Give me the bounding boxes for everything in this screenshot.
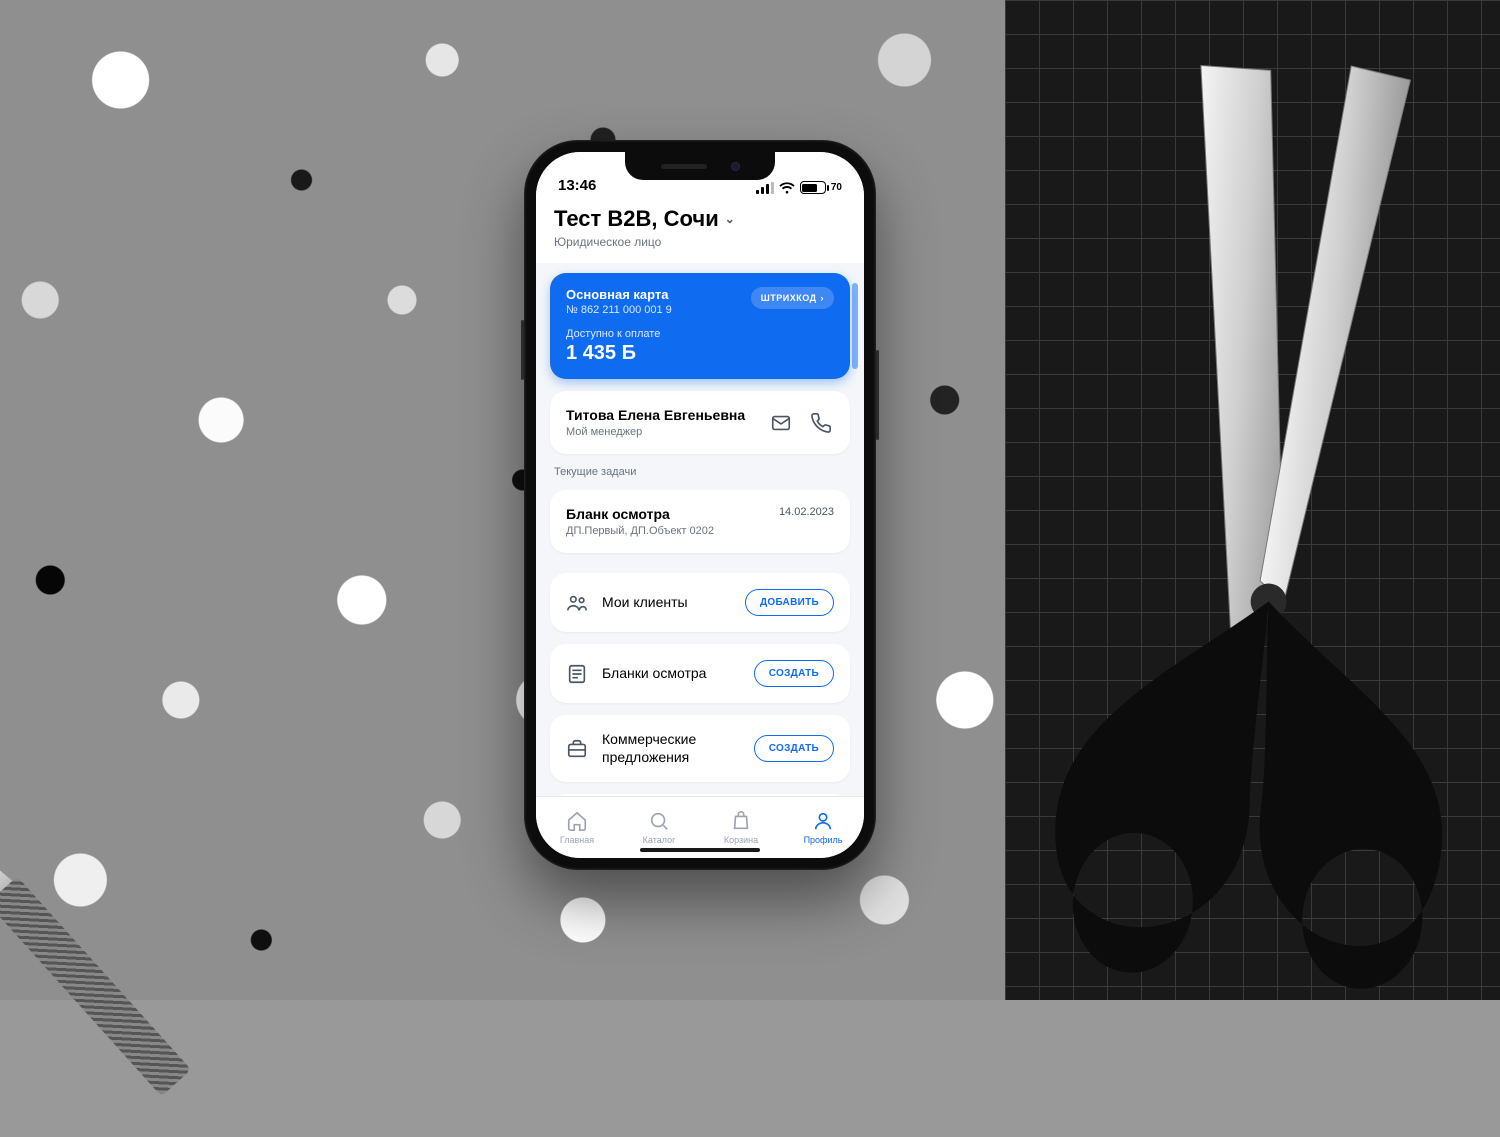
manager-name: Титова Елена Евгеньевна [566, 407, 745, 423]
phone-icon [810, 412, 832, 434]
content-scroll[interactable]: Основная карта № 862 211 000 001 9 ШТРИХ… [536, 263, 864, 796]
task-date: 14.02.2023 [779, 506, 834, 518]
people-icon [566, 592, 588, 614]
card-title: Основная карта [566, 287, 672, 302]
tab-label: Каталог [643, 835, 676, 845]
search-icon [648, 810, 670, 832]
status-time: 13:46 [558, 177, 596, 194]
tab-label: Профиль [804, 835, 843, 845]
row-label: Мои клиенты [602, 594, 731, 612]
loyalty-card[interactable]: Основная карта № 862 211 000 001 9 ШТРИХ… [550, 273, 850, 379]
org-title: Тест В2В, Сочи [554, 206, 719, 232]
briefcase-icon [566, 738, 588, 760]
tasks-section-label: Текущие задачи [550, 466, 850, 478]
available-amount: 1 435 Б [566, 342, 834, 365]
phone-notch [625, 152, 775, 180]
tab-label: Корзина [724, 835, 758, 845]
phone-screen: 13:46 70 Тест В2В, Сочи ⌄ Юридическое ли… [536, 152, 864, 858]
battery-icon [800, 181, 826, 194]
manager-card[interactable]: Титова Елена Евгеньевна Мой менеджер [550, 391, 850, 454]
profile-header: Тест В2В, Сочи ⌄ Юридическое лицо [536, 198, 864, 263]
row-inspection-forms[interactable]: Бланки осмотра СОЗДАТЬ [550, 644, 850, 703]
task-card[interactable]: Бланк осмотра ДП.Первый, ДП.Объект 0202 … [550, 490, 850, 553]
battery-label: 70 [831, 182, 842, 193]
barcode-button[interactable]: ШТРИХКОД › [751, 287, 834, 309]
org-subtitle: Юридическое лицо [554, 235, 846, 249]
row-commercial-offers[interactable]: Коммерческие предложения СОЗДАТЬ [550, 715, 850, 782]
row-my-clients[interactable]: Мои клиенты ДОБАВИТЬ [550, 573, 850, 632]
chevron-down-icon: ⌄ [725, 212, 735, 226]
card-number: № 862 211 000 001 9 [566, 304, 672, 316]
tab-home[interactable]: Главная [536, 797, 618, 858]
signal-icon [756, 182, 774, 194]
background-cutting-mat [1005, 0, 1500, 1000]
create-form-button[interactable]: СОЗДАТЬ [754, 660, 834, 687]
chevron-right-icon: › [821, 293, 825, 303]
barcode-button-label: ШТРИХКОД [761, 293, 817, 303]
mail-icon [770, 412, 792, 434]
row-label: Бланки осмотра [602, 665, 740, 683]
available-label: Доступно к оплате [566, 328, 834, 340]
home-indicator [640, 848, 760, 852]
call-button[interactable] [808, 410, 834, 436]
manager-role: Мой менеджер [566, 426, 745, 438]
wifi-icon [779, 182, 795, 194]
add-client-button[interactable]: ДОБАВИТЬ [745, 589, 834, 616]
tab-label: Главная [560, 835, 594, 845]
task-title: Бланк осмотра [566, 506, 714, 522]
org-selector[interactable]: Тест В2В, Сочи ⌄ [554, 206, 846, 232]
bag-icon [730, 810, 752, 832]
phone-frame: 13:46 70 Тест В2В, Сочи ⌄ Юридическое ли… [524, 140, 876, 870]
tab-profile[interactable]: Профиль [782, 797, 864, 858]
row-label: Коммерческие предложения [602, 731, 740, 766]
home-icon [566, 810, 588, 832]
form-icon [566, 663, 588, 685]
task-subtitle: ДП.Первый, ДП.Объект 0202 [566, 525, 714, 537]
create-offer-button[interactable]: СОЗДАТЬ [754, 735, 834, 762]
email-button[interactable] [768, 410, 794, 436]
profile-icon [812, 810, 834, 832]
